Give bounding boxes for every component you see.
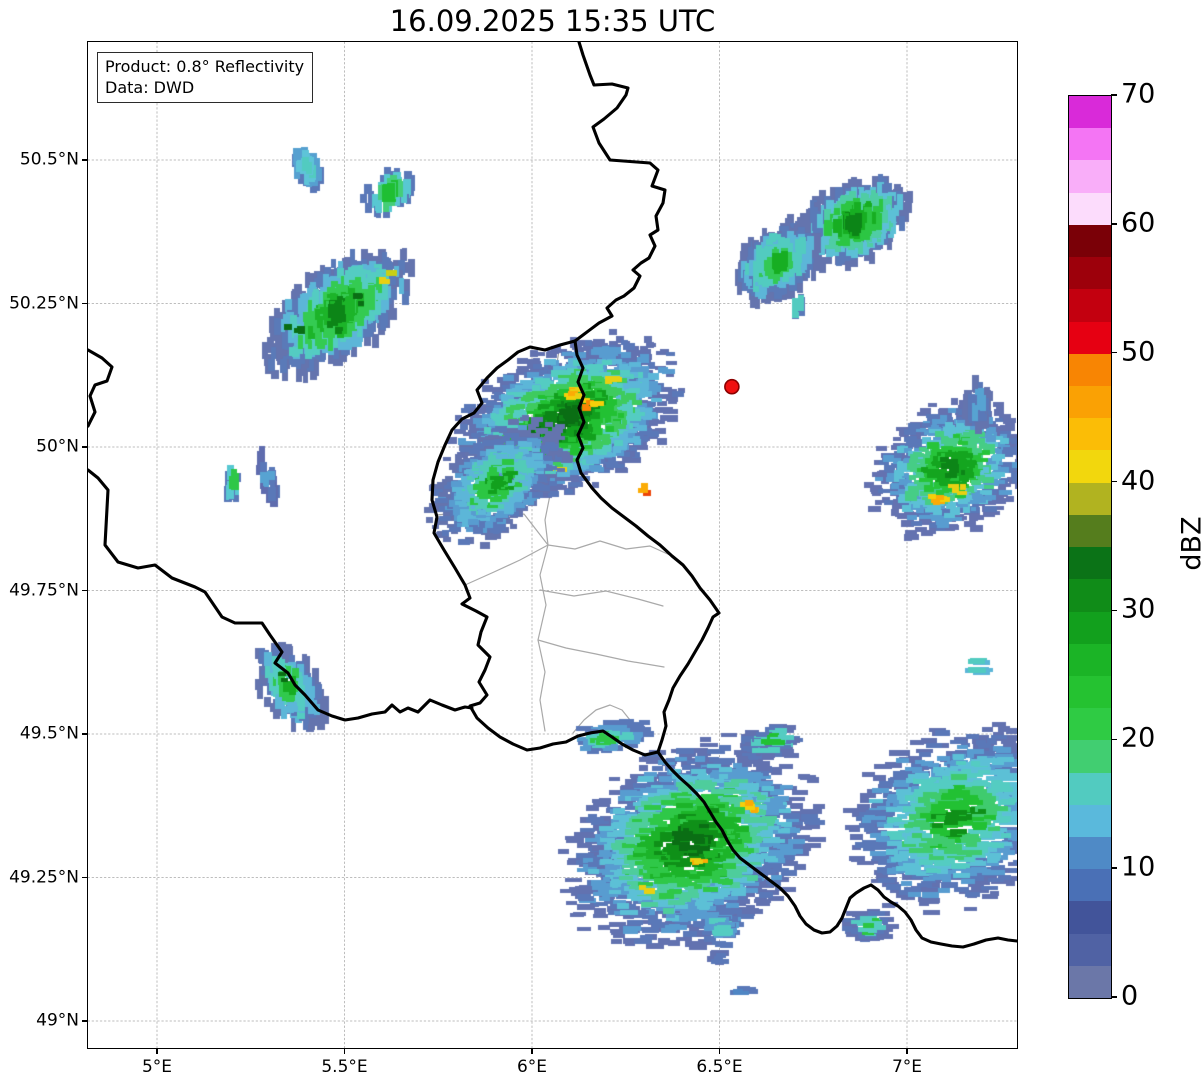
x-axis-tick-label: 5.5°E	[321, 1057, 368, 1077]
colorbar-axis-label: dBZ	[1176, 516, 1202, 571]
colorbar-tick	[1111, 738, 1117, 741]
colorbar-step	[1069, 547, 1111, 580]
colorbar-step	[1069, 482, 1111, 515]
national-border-line	[88, 468, 474, 722]
y-axis-tick	[82, 446, 88, 448]
x-axis-tick	[156, 1048, 158, 1054]
colorbar-step	[1069, 128, 1111, 161]
regional-border-line	[547, 540, 673, 557]
y-axis-tick	[82, 302, 88, 305]
colorbar-step	[1069, 933, 1111, 966]
radar-figure: 16.09.2025 15:35 UTC Product: 0.8° Refle…	[0, 0, 1202, 1081]
national-border-line	[656, 750, 1017, 949]
colorbar-tick	[1111, 867, 1117, 869]
x-axis-tick-label: 6.5°E	[696, 1057, 743, 1077]
regional-border-line	[537, 544, 549, 732]
colorbar-tick-label: 70	[1121, 78, 1156, 110]
y-axis-tick-label: 49°N	[36, 1010, 79, 1031]
colorbar-tick-label: 60	[1121, 207, 1156, 239]
national-border-line	[88, 348, 114, 428]
colorbar-step	[1069, 740, 1111, 773]
colorbar-step	[1069, 965, 1111, 999]
colorbar-step	[1069, 804, 1111, 838]
colorbar-tick-label: 50	[1121, 335, 1156, 367]
colorbar-tick	[1111, 223, 1117, 225]
y-axis-tick-label: 50.25°N	[9, 293, 79, 314]
regional-border-line	[475, 404, 549, 421]
colorbar-tick-label: 10	[1121, 851, 1156, 883]
x-axis-tick	[906, 1048, 908, 1054]
colorbar-step	[1069, 643, 1111, 676]
regional-border-line	[544, 344, 561, 546]
x-axis-tick	[718, 1048, 721, 1054]
x-axis-tick	[343, 1048, 346, 1054]
y-axis-tick	[82, 733, 88, 735]
x-axis-tick-label: 7°E	[891, 1057, 923, 1077]
colorbar-step	[1069, 708, 1111, 741]
colorbar-step	[1069, 675, 1111, 709]
colorbar-step	[1069, 579, 1111, 612]
colorbar-step	[1069, 192, 1111, 225]
gridlines-layer	[88, 42, 1017, 1048]
y-axis-tick-label: 49.25°N	[9, 867, 79, 888]
map-plot-area: Product: 0.8° Reflectivity Data: DWD	[87, 41, 1018, 1049]
colorbar	[1068, 95, 1112, 999]
regional-border-line	[537, 639, 665, 668]
radar-site-marker	[724, 378, 740, 395]
national-border-line	[430, 339, 721, 757]
colorbar-tick	[1111, 996, 1117, 998]
x-axis-tick	[531, 1048, 533, 1054]
regional-border-line	[572, 704, 631, 734]
regional-border-line	[464, 544, 549, 586]
national-border-line	[573, 42, 667, 343]
y-axis-tick-label: 50°N	[36, 436, 79, 457]
colorbar-step	[1069, 160, 1111, 193]
colorbar-step	[1069, 321, 1111, 354]
product-line: Product: 0.8° Reflectivity	[105, 57, 305, 76]
colorbar-tick	[1111, 94, 1117, 96]
regional-border-line	[551, 434, 579, 438]
colorbar-step	[1069, 611, 1111, 644]
y-axis-tick-label: 50.5°N	[19, 149, 79, 170]
colorbar-tick	[1111, 609, 1117, 612]
colorbar-tick	[1111, 351, 1117, 354]
borders-layer	[88, 42, 1017, 949]
data-source-line: Data: DWD	[105, 78, 195, 97]
colorbar-step	[1069, 224, 1111, 258]
colorbar-step	[1069, 289, 1111, 322]
y-axis-tick	[82, 589, 88, 592]
colorbar-step	[1069, 257, 1111, 290]
colorbar-step	[1069, 837, 1111, 870]
y-axis-tick	[82, 1020, 88, 1022]
y-axis-tick-label: 49.5°N	[19, 723, 79, 744]
colorbar-step	[1069, 385, 1111, 419]
colorbar-step	[1069, 450, 1111, 483]
colorbar-step	[1069, 901, 1111, 934]
colorbar-step	[1069, 514, 1111, 548]
figure-title: 16.09.2025 15:35 UTC	[389, 4, 716, 38]
y-axis-tick-label: 49.75°N	[9, 580, 79, 601]
colorbar-tick	[1111, 480, 1117, 483]
x-axis-tick-label: 6°E	[516, 1057, 548, 1077]
colorbar-tick-label: 20	[1121, 722, 1156, 754]
colorbar-tick-label: 0	[1121, 980, 1139, 1012]
x-axis-tick-label: 5°E	[141, 1057, 173, 1077]
colorbar-step	[1069, 772, 1111, 805]
colorbar-step	[1069, 869, 1111, 902]
y-axis-tick	[82, 159, 88, 161]
colorbar-step	[1069, 353, 1111, 386]
colorbar-tick-label: 30	[1121, 593, 1156, 625]
colorbar-step	[1069, 96, 1111, 129]
regional-border-line	[539, 589, 664, 607]
y-axis-tick	[82, 876, 88, 879]
product-annotation-box: Product: 0.8° Reflectivity Data: DWD	[97, 52, 314, 103]
regional-border-line	[435, 511, 549, 546]
radar-echo-canvas	[88, 42, 1017, 1048]
colorbar-step	[1069, 418, 1111, 451]
colorbar-tick-label: 40	[1121, 464, 1156, 496]
